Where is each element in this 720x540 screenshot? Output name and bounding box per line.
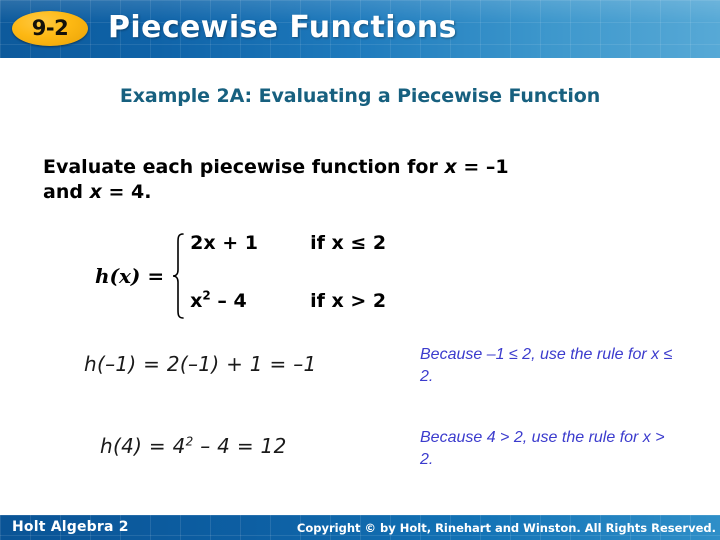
lesson-number-label: 9-2 — [31, 16, 69, 40]
reason-annotation-1: Because –1 ≤ 2, use the rule for x ≤ 2. — [420, 346, 673, 385]
piecewise-expression-exponent: 2 — [202, 288, 211, 303]
piecewise-expression: 2x + 1 — [190, 232, 258, 254]
prompt-line2-value: = 4. — [101, 181, 152, 203]
piecewise-rows: 2x + 1 if x ≤ 2 x2 – 4 if x > 2 — [186, 232, 386, 320]
piecewise-condition: if x > 2 — [310, 290, 387, 312]
function-name-label: h(x) = — [95, 264, 165, 288]
footer-band: Holt Algebra 2 Copyright © by Holt, Rine… — [0, 515, 720, 540]
footer-book-title: Holt Algebra 2 — [12, 519, 129, 535]
left-curly-brace-icon — [173, 233, 184, 319]
prompt-text: Evaluate each piecewise function for x =… — [43, 155, 663, 205]
lesson-number-badge: 9-2 — [12, 11, 88, 46]
page-title: Piecewise Functions — [108, 10, 457, 45]
piecewise-expression-tail: – 4 — [210, 290, 247, 312]
solution-2-base: h(4) = 4 — [100, 434, 186, 458]
example-subtitle: Example 2A: Evaluating a Piecewise Funct… — [119, 85, 601, 107]
prompt-line1-variable: x — [444, 156, 457, 178]
piecewise-row: x2 – 4 if x > 2 — [190, 290, 386, 320]
solution-2-exponent: 2 — [185, 434, 194, 449]
prompt-line2-lead: and — [43, 181, 90, 203]
solution-line-2: h(4) = 42 – 4 = 12 — [100, 434, 287, 458]
footer-copyright: Copyright © by Holt, Rinehart and Winsto… — [296, 521, 716, 535]
prompt-line1-lead: Evaluate each piecewise function for — [43, 156, 445, 178]
piecewise-row: 2x + 1 if x ≤ 2 — [190, 232, 386, 262]
solution-2-tail: – 4 = 12 — [193, 434, 287, 458]
piecewise-expression-base: x — [190, 290, 203, 312]
piecewise-function-definition: h(x) = 2x + 1 if x ≤ 2 x2 – 4 if x > 2 — [95, 232, 386, 320]
prompt-line2-variable: x — [89, 181, 102, 203]
solution-line-1: h(–1) = 2(–1) + 1 = –1 — [84, 352, 317, 376]
piecewise-expression: x2 – 4 — [190, 290, 310, 312]
reason-annotation-2: Because 4 > 2, use the rule for x > 2. — [420, 429, 665, 468]
prompt-line1-value: = –1 — [456, 156, 509, 178]
piecewise-condition: if x ≤ 2 — [310, 232, 387, 254]
header-band: 9-2 Piecewise Functions — [0, 0, 720, 58]
